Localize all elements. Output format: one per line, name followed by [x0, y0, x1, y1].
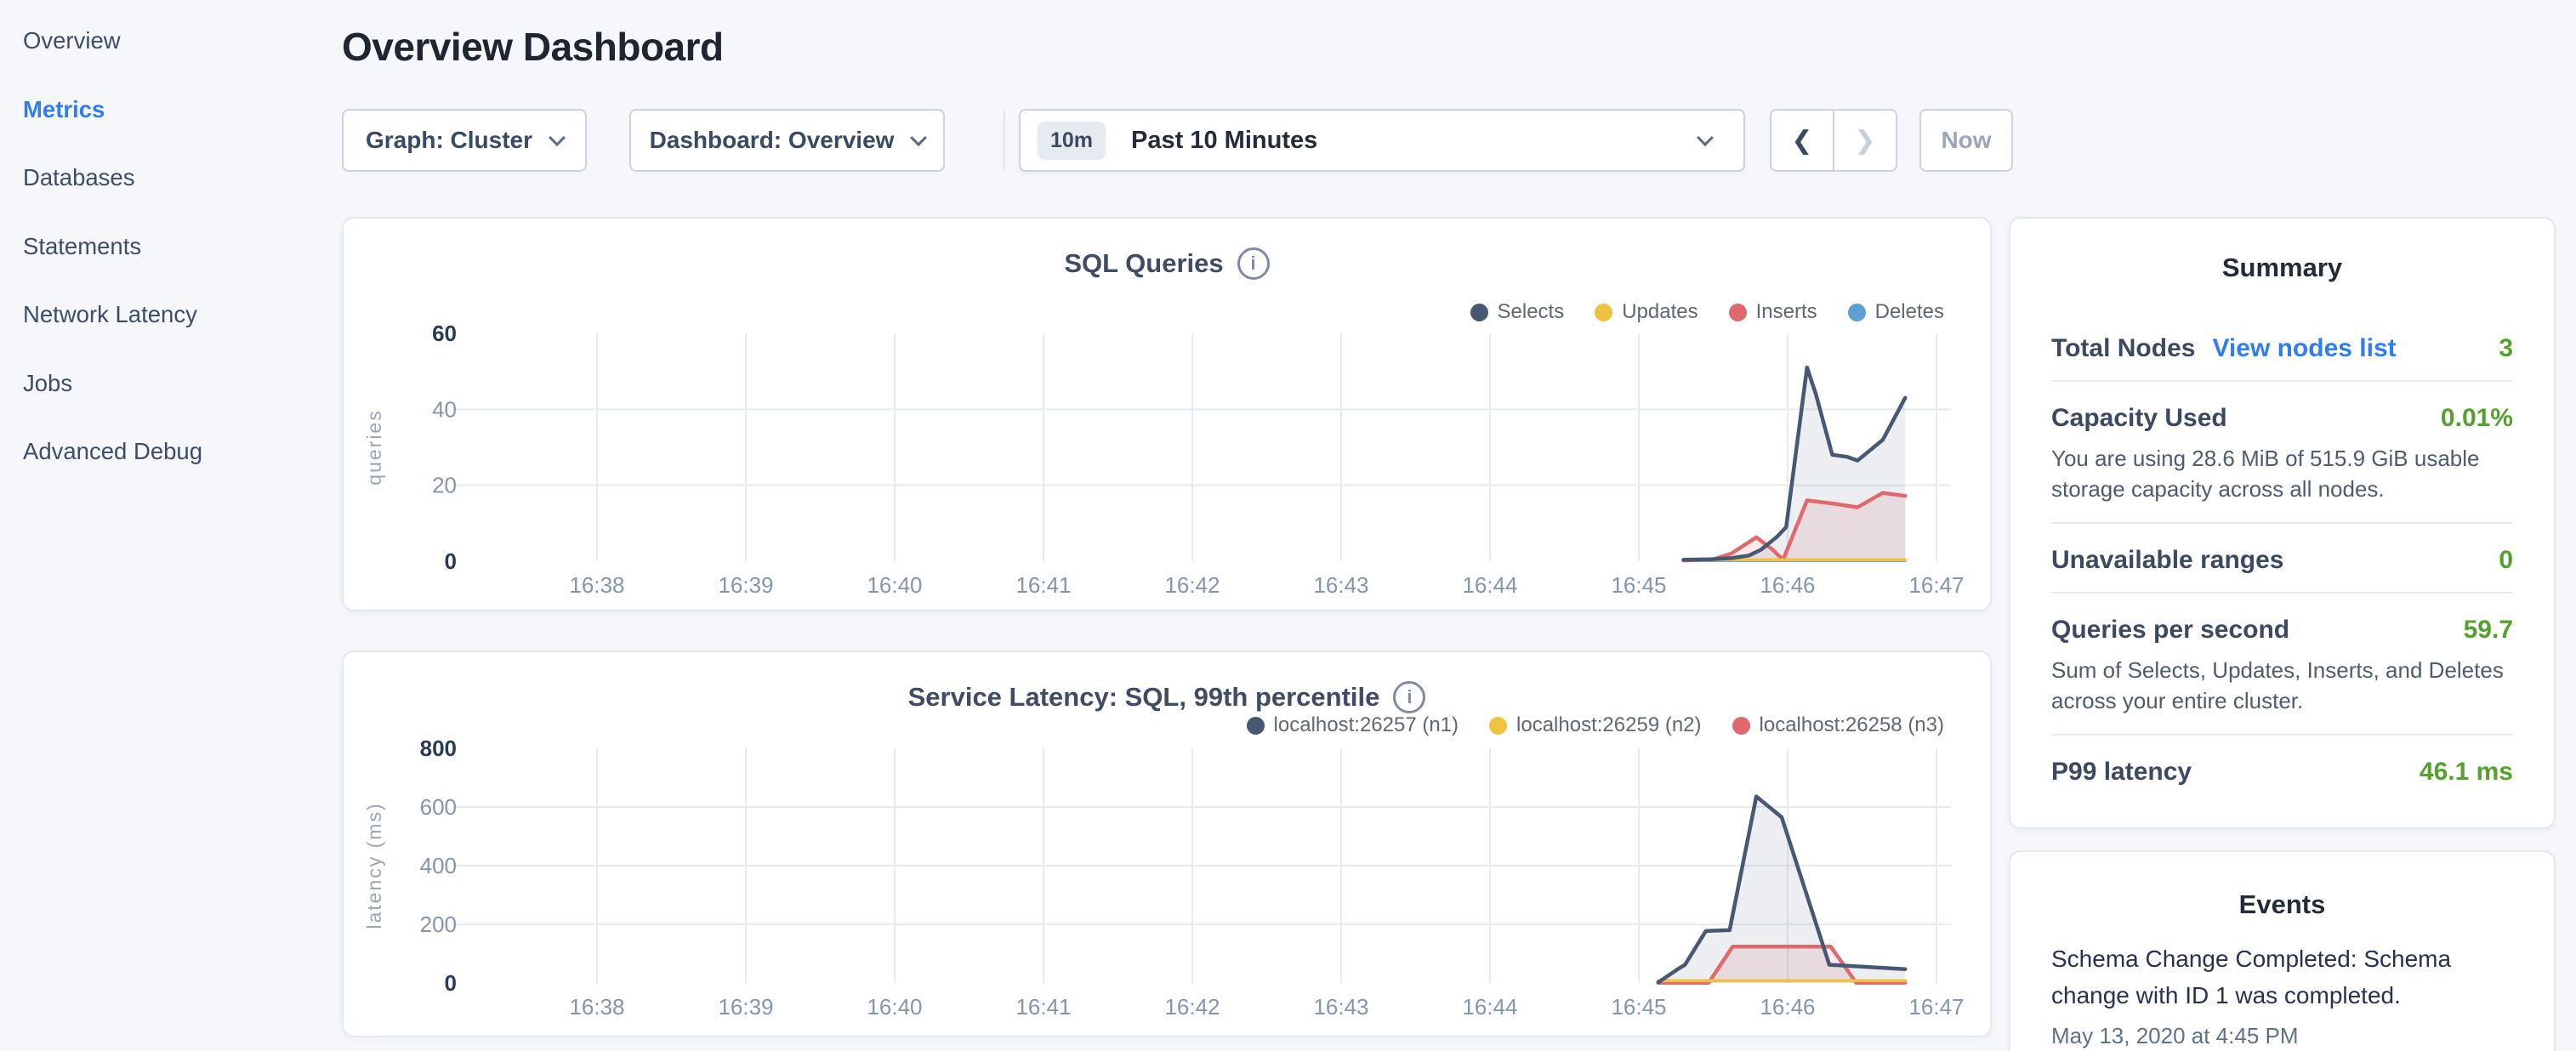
svg-text:16:42: 16:42: [1164, 572, 1220, 598]
dashboard-dropdown[interactable]: Dashboard: Overview: [629, 109, 945, 172]
sql-queries-chart-card: SQL Queries i SelectsUpdatesInsertsDelet…: [342, 217, 1992, 611]
sidebar-item-network-latency[interactable]: Network Latency: [23, 281, 329, 349]
chevron-down-icon: [1697, 129, 1714, 146]
next-time-button[interactable]: ❯: [1834, 109, 1897, 172]
summary-row-value: 59.7: [2464, 616, 2513, 645]
svg-text:400: 400: [420, 853, 457, 878]
sidebar-item-jobs[interactable]: Jobs: [23, 349, 329, 418]
summary-row-value: 0.01%: [2441, 404, 2513, 433]
svg-text:16:43: 16:43: [1313, 572, 1368, 598]
view-nodes-list-link[interactable]: View nodes list: [2212, 334, 2396, 363]
svg-text:latency (ms): latency (ms): [363, 802, 385, 929]
summary-row-label: Total Nodes: [2051, 334, 2195, 363]
svg-text:16:39: 16:39: [718, 572, 773, 598]
summary-row: P99 latency 46.1 ms: [2051, 758, 2513, 787]
svg-text:16:38: 16:38: [569, 994, 624, 1020]
dashboard-dropdown-label: Dashboard: Overview: [650, 127, 895, 154]
svg-text:16:45: 16:45: [1611, 994, 1666, 1020]
svg-text:16:41: 16:41: [1015, 572, 1071, 598]
summary-divider: [2051, 380, 2513, 382]
toolbar-divider: [1004, 111, 1005, 170]
summary-row-value: 0: [2499, 546, 2513, 575]
sidebar-item-databases[interactable]: Databases: [23, 144, 329, 213]
now-button-label: Now: [1941, 127, 1991, 154]
summary-divider: [2051, 522, 2513, 524]
svg-text:40: 40: [432, 396, 457, 422]
chevron-down-icon: [549, 129, 566, 146]
svg-text:800: 800: [420, 736, 457, 761]
svg-text:16:42: 16:42: [1164, 994, 1220, 1020]
svg-text:16:41: 16:41: [1015, 994, 1071, 1020]
summary-row-label: P99 latency: [2051, 758, 2192, 787]
svg-text:20: 20: [432, 473, 457, 498]
svg-text:600: 600: [420, 794, 457, 820]
sidebar-item-overview[interactable]: Overview: [23, 7, 329, 76]
summary-divider: [2051, 734, 2513, 736]
svg-text:200: 200: [420, 912, 457, 937]
svg-text:60: 60: [432, 321, 457, 346]
time-range-badge: 10m: [1038, 122, 1106, 160]
summary-row-description: You are using 28.6 MiB of 515.9 GiB usab…: [2051, 443, 2513, 505]
now-button[interactable]: Now: [1919, 109, 2013, 172]
sidebar-nav: OverviewMetricsDatabasesStatementsNetwor…: [23, 7, 329, 486]
svg-text:16:45: 16:45: [1611, 572, 1666, 598]
sidebar-item-statements[interactable]: Statements: [23, 213, 329, 281]
summary-row-label: Queries per second: [2051, 616, 2289, 645]
time-step-buttons: ❮ ❯: [1770, 109, 1897, 172]
page-title: Overview Dashboard: [342, 24, 724, 70]
svg-text:16:44: 16:44: [1462, 994, 1517, 1020]
summary-row-value: 3: [2499, 334, 2513, 363]
chevron-left-icon: ❮: [1791, 126, 1812, 156]
events-title: Events: [2010, 889, 2554, 920]
svg-text:0: 0: [445, 970, 457, 996]
summary-row-label: Unavailable ranges: [2051, 546, 2283, 575]
summary-divider: [2051, 592, 2513, 594]
summary-row-description: Sum of Selects, Updates, Inserts, and De…: [2051, 655, 2513, 717]
svg-text:16:46: 16:46: [1760, 994, 1815, 1020]
time-range-select[interactable]: 10m Past 10 Minutes: [1019, 109, 1745, 172]
svg-text:16:46: 16:46: [1760, 572, 1815, 598]
event-message: Schema Change Completed: Schema change w…: [2051, 940, 2455, 1014]
summary-row-value: 46.1 ms: [2420, 758, 2513, 787]
svg-text:16:44: 16:44: [1462, 572, 1517, 598]
sidebar-item-advanced-debug[interactable]: Advanced Debug: [23, 418, 329, 486]
service-latency-chart-card: Service Latency: SQL, 99th percentile i …: [342, 650, 1992, 1037]
svg-text:16:40: 16:40: [867, 572, 922, 598]
events-body: Schema Change Completed: Schema change w…: [2010, 940, 2554, 1049]
chart-plot-area[interactable]: 16:38 16:39 16:40 16:41 16:42 16:43 16:44 16:45…: [344, 219, 1990, 613]
app-root: OverviewMetricsDatabasesStatementsNetwor…: [0, 0, 2576, 1051]
chevron-down-icon: [911, 129, 928, 146]
previous-time-button[interactable]: ❮: [1770, 109, 1834, 172]
svg-text:16:43: 16:43: [1313, 994, 1368, 1020]
svg-text:16:39: 16:39: [718, 994, 773, 1020]
svg-text:16:47: 16:47: [1908, 994, 1964, 1020]
summary-row: Total Nodes View nodes list 3: [2051, 334, 2513, 363]
sidebar-item-metrics[interactable]: Metrics: [23, 76, 329, 145]
summary-row: Capacity Used 0.01%: [2051, 404, 2513, 433]
svg-text:0: 0: [445, 548, 457, 574]
summary-title: Summary: [2010, 253, 2554, 283]
svg-text:16:47: 16:47: [1908, 572, 1964, 598]
summary-body: Total Nodes View nodes list 3 Capacity Used…: [2010, 334, 2554, 787]
summary-row-label: Capacity Used: [2051, 404, 2227, 433]
summary-row: Queries per second 59.7: [2051, 616, 2513, 645]
svg-text:queries: queries: [363, 409, 385, 485]
graph-dropdown[interactable]: Graph: Cluster: [342, 109, 587, 172]
svg-text:16:40: 16:40: [867, 994, 922, 1020]
event-timestamp: May 13, 2020 at 4:45 PM: [2051, 1023, 2513, 1049]
events-panel: Events Schema Change Completed: Schema c…: [2009, 850, 2556, 1051]
chart-plot-area[interactable]: 16:38 16:39 16:40 16:41 16:42 16:43 16:44 16:45…: [344, 652, 1990, 1039]
chevron-right-icon: ❯: [1854, 126, 1875, 156]
svg-text:16:38: 16:38: [569, 572, 624, 598]
summary-row: Unavailable ranges 0: [2051, 546, 2513, 575]
time-range-label: Past 10 Minutes: [1131, 127, 1317, 155]
graph-dropdown-label: Graph: Cluster: [366, 127, 532, 154]
summary-panel: Summary Total Nodes View nodes list 3 Capac…: [2009, 217, 2556, 829]
